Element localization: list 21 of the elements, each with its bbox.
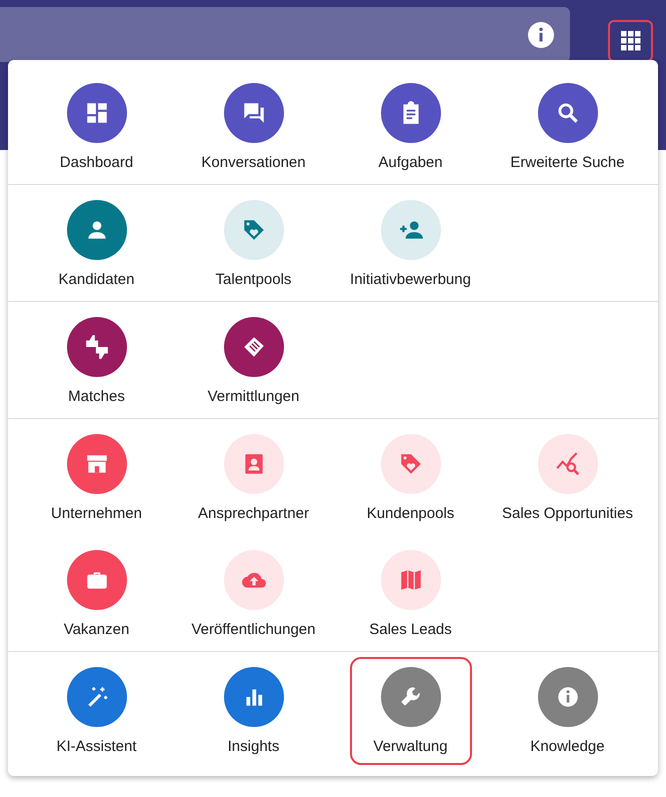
info-icon[interactable] — [528, 22, 554, 48]
menu-item[interactable]: KI-Assistent — [36, 657, 158, 765]
menu-item[interactable]: Vermittlungen — [192, 307, 314, 415]
menu-item[interactable]: Knowledge — [506, 657, 628, 765]
menu-item[interactable]: Erweiterte Suche — [506, 73, 628, 181]
menu-item[interactable]: Unternehmen — [36, 424, 158, 532]
menu-item[interactable]: Talentpools — [192, 190, 314, 298]
menu-item[interactable]: Dashboard — [36, 73, 158, 181]
menu-item[interactable]: Kundenpools — [350, 424, 472, 532]
menu-item[interactable]: Veröffentlichungen — [192, 540, 314, 648]
menu-item[interactable]: Sales Leads — [350, 540, 472, 648]
menu-item[interactable]: Kandidaten — [36, 190, 158, 298]
grid-icon — [620, 31, 640, 51]
menu-item[interactable]: Matches — [36, 307, 158, 415]
menu-item[interactable]: Insights — [192, 657, 314, 765]
menu-item[interactable]: Aufgaben — [350, 73, 472, 181]
menu-item[interactable]: Verwaltung — [350, 657, 472, 765]
menu-item[interactable]: Vakanzen — [36, 540, 158, 648]
menu-item[interactable]: Konversationen — [192, 73, 314, 181]
menu-item[interactable]: Ansprechpartner — [192, 424, 314, 532]
menu-item[interactable]: Initiativbewerbung — [350, 190, 472, 298]
